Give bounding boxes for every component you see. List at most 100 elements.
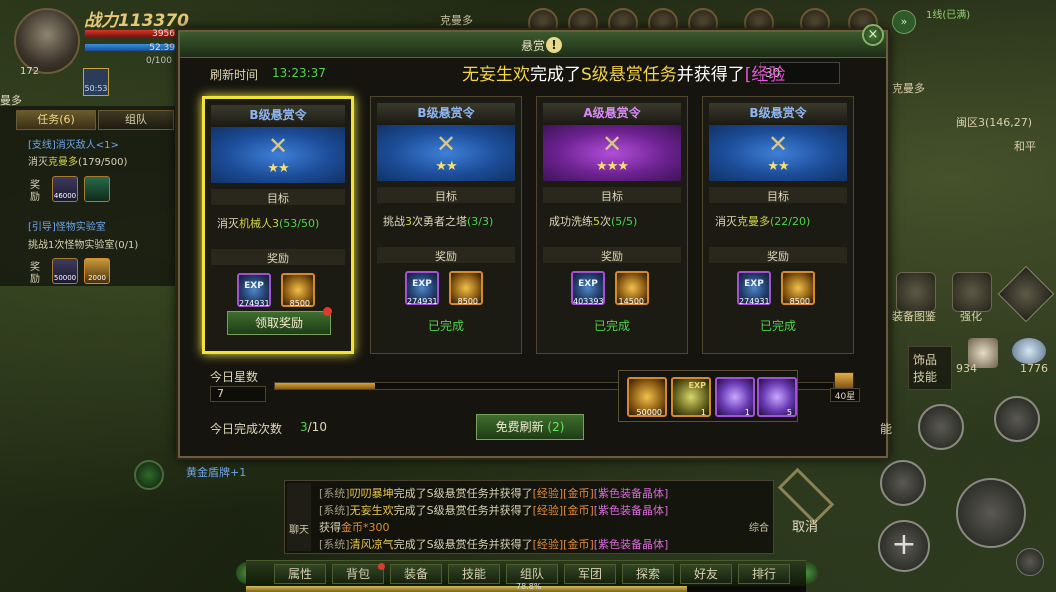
card-status: 已完成 [427, 319, 464, 333]
peace-mode[interactable]: 和平 [1014, 138, 1036, 154]
menu-team[interactable]: 组队 [506, 564, 558, 584]
ticker-item: [经验 [744, 65, 786, 85]
diamond-menu-icon[interactable] [997, 265, 1055, 323]
jewelry-skill-button[interactable]: 饰品技能 [908, 346, 952, 390]
exp-scroll-icon[interactable]: EXP 1 [671, 377, 711, 417]
bounty-card[interactable]: B级悬赏令 ✕ ★★ 目标 挑战3次勇者之塔(3/3) 奖励 EXP 27493… [370, 96, 522, 354]
chat-item[interactable]: [紫色装备晶体] [594, 504, 669, 517]
attack-button[interactable] [956, 478, 1026, 548]
skill-slot-3[interactable] [880, 460, 926, 506]
card-objective: 挑战3次勇者之塔(3/3) [383, 213, 493, 229]
equip-map-icon[interactable] [896, 272, 936, 312]
task2-desc[interactable]: 挑战1次怪物实验室(0/1) [28, 236, 138, 251]
exp-reward[interactable]: EXP 274931 [237, 273, 271, 308]
cancel-button[interactable]: 取消 [792, 516, 818, 535]
close-icon[interactable]: × [862, 24, 884, 46]
objective-post: 次 [600, 215, 611, 228]
equip-map-label: 装备图鉴 [892, 310, 936, 323]
chat-name[interactable]: 无妄生欢 [350, 504, 394, 517]
zone-coords: 闽区3(146,27) [956, 116, 1033, 129]
exp-reward[interactable]: EXP 274931 [405, 271, 439, 306]
card-target-label: 目标 [267, 192, 289, 205]
gold-amount: 8500 [457, 297, 478, 306]
gold-coins-icon[interactable]: 50000 [627, 377, 667, 417]
chat-tab[interactable]: 聊天 [287, 483, 311, 551]
card-objective: 消灭机械人3(53/50) [217, 215, 319, 231]
gold-reward[interactable]: 8500 [281, 273, 315, 308]
chat-item[interactable]: [金币] [563, 538, 594, 551]
gold-amount: 8500 [289, 299, 310, 308]
gold-amount: 14500 [618, 297, 644, 306]
chat-item: 金币*300 [341, 521, 390, 534]
chat-item[interactable]: [经验] [533, 504, 564, 517]
chat-name[interactable]: 清风凉气 [350, 538, 394, 551]
card-objective: 成功洗练5次(5/5) [549, 213, 637, 229]
chat-panel[interactable]: 聊天 [系统]叨叨暴坤完成了S级悬赏任务并获得了[经验][金币][紫色装备晶体]… [284, 480, 774, 554]
exp-amount: 403393 [573, 297, 604, 306]
tab-task[interactable]: 任务(6) [16, 110, 96, 130]
chat-item[interactable]: [经验] [533, 538, 564, 551]
menu-attributes[interactable]: 属性 [274, 564, 326, 584]
left-orb-icon[interactable] [134, 460, 164, 490]
purple-crystal-icon[interactable]: 5 [757, 377, 797, 417]
chat-item[interactable]: [紫色装备晶体] [594, 538, 669, 551]
task2-gold-reward[interactable]: 2000 [84, 258, 110, 284]
task1-exp-reward[interactable]: 46000 [52, 176, 78, 202]
bounty-card[interactable]: B级悬赏令 ✕ ★★ 目标 消灭机械人3(53/50) 奖励 EXP 27493… [202, 96, 354, 354]
menu-bag[interactable]: 背包 [332, 564, 384, 584]
chat-item[interactable]: [金币] [563, 487, 594, 500]
objective-pre: 消灭 [715, 215, 737, 228]
objective-progress: (3/3) [467, 215, 494, 228]
bounty-card[interactable]: A级悬赏令 ✕ ★★★ 目标 成功洗练5次(5/5) 奖励 EXP 403393… [536, 96, 688, 354]
free-refresh-button[interactable]: 免费刷新 (2) [476, 414, 584, 440]
chat-item[interactable]: [经验] [533, 487, 564, 500]
menu-legion[interactable]: 军团 [564, 564, 616, 584]
menu-equipment[interactable]: 装备 [390, 564, 442, 584]
menu-explore[interactable]: 探索 [622, 564, 674, 584]
settings-icon[interactable] [1016, 548, 1044, 576]
game-screen: 172 战力113370 3956 52.39 0/100 50:53 曼多 克… [0, 0, 1056, 592]
objective-progress: (5/5) [611, 215, 638, 228]
info-icon[interactable]: ! [546, 37, 562, 53]
menu-ranking[interactable]: 排行 [738, 564, 790, 584]
strengthen-icon[interactable] [952, 272, 992, 312]
chat-item[interactable]: [金币] [563, 504, 594, 517]
potion-count: 934 [956, 362, 977, 375]
notification-dot [323, 307, 332, 316]
menu-friends[interactable]: 好友 [680, 564, 732, 584]
gold-reward[interactable]: 8500 [781, 271, 815, 306]
chat-name[interactable]: 叨叨暴坤 [350, 487, 394, 500]
buff-timer: 50:53 [84, 84, 108, 93]
today-count-value: 3/10 [300, 420, 327, 434]
tab-team[interactable]: 组队 [98, 110, 174, 130]
task2-exp-reward[interactable]: 50000 [52, 258, 78, 284]
claim-reward-button[interactable]: 领取奖励 [227, 311, 331, 335]
card-banner: ✕ ★★★ [543, 125, 681, 181]
expand-icon[interactable]: » [892, 10, 916, 34]
card-status: 已完成 [593, 319, 630, 333]
skill-slot-2[interactable] [994, 396, 1040, 442]
dish-icon[interactable] [1012, 338, 1046, 364]
player-avatar[interactable] [14, 8, 80, 74]
chat-item[interactable]: [紫色装备晶体] [594, 487, 669, 500]
task1-item-reward[interactable] [84, 176, 110, 202]
purple-crystal-icon[interactable]: 1 [715, 377, 755, 417]
today-count-label: 今日完成次数 [210, 422, 283, 436]
exp-reward[interactable]: EXP 403393 [571, 271, 605, 306]
plus-icon[interactable]: + [878, 520, 930, 572]
buff-icon[interactable]: 50:53 [83, 68, 109, 96]
chat-composite-tab[interactable]: 综合 [749, 519, 769, 534]
menu-skills[interactable]: 技能 [448, 564, 500, 584]
gold-reward[interactable]: 8500 [449, 271, 483, 306]
bounty-card[interactable]: B级悬赏令 ✕ ★★ 目标 消灭克曼多(22/20) 奖励 EXP 274931… [702, 96, 854, 354]
task1-desc[interactable]: 消灭克曼多(179/500) [28, 153, 127, 168]
gold-reward[interactable]: 14500 [615, 271, 649, 306]
skill-slot-1[interactable] [918, 404, 964, 450]
card-status: 已完成 [759, 319, 796, 333]
chat-sys: [系统] [319, 487, 350, 500]
task1-title[interactable]: [支线]消灭敌人<1> [28, 136, 119, 151]
exp-reward[interactable]: EXP 274931 [737, 271, 771, 306]
card-stars: ★★ [435, 159, 457, 174]
task2-title[interactable]: [引导]怪物实验室 [28, 218, 106, 233]
card-stars: ★★★ [596, 159, 629, 174]
